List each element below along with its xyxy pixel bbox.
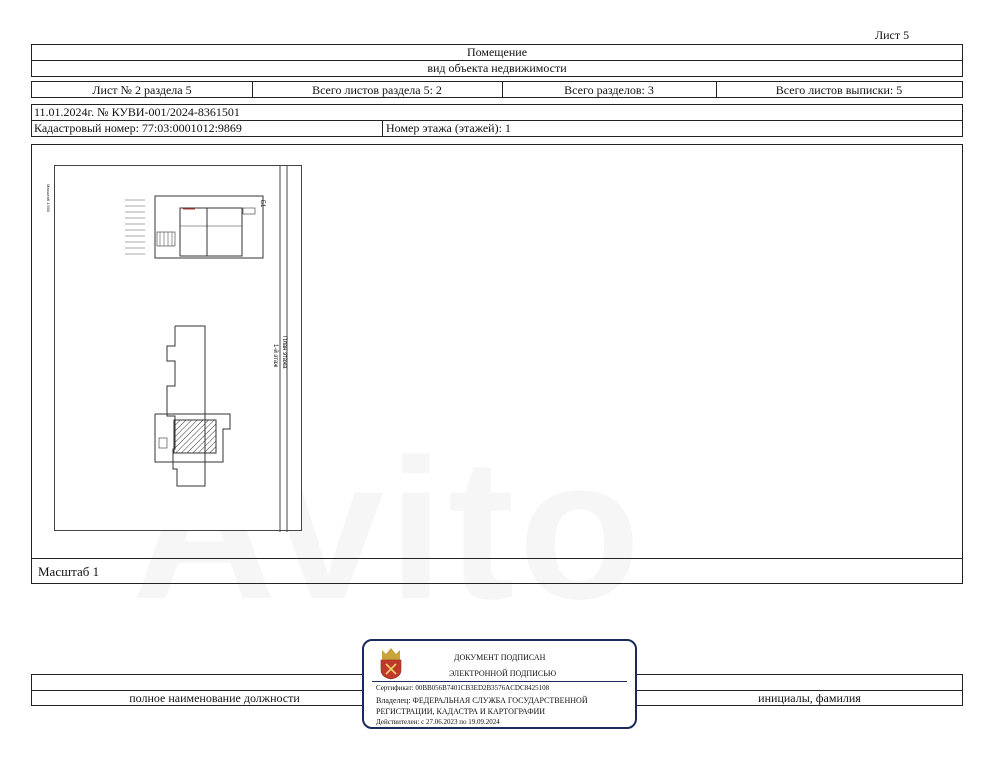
stamp-owner1: Владелец: ФЕДЕРАЛЬНАЯ СЛУЖБА ГОСУДАРСТВЕ… [376,696,588,705]
doc-ref: 11.01.2024г. № КУВИ-001/2024-8361501 [34,105,240,119]
scale-row: Масштаб 1 [31,558,963,584]
floor-number: Номер этажа (этажей): 1 [386,121,511,135]
sheet-number: Лист 5 [875,28,910,42]
stamp-line1: ДОКУМЕНТ ПОДПИСАН [454,653,546,662]
info-row: Лист № 2 раздела 5 Всего листов раздела … [31,81,963,98]
plan-area: Avito [31,144,963,559]
e-signature-stamp: ДОКУМЕНТ ПОДПИСАН ЭЛЕКТРОННОЙ ПОДПИСЬЮ С… [362,639,637,729]
position-label: полное наименование должности [129,691,300,705]
header-title-box: Помещение [31,44,963,61]
stamp-owner2: РЕГИСТРАЦИИ, КАДАСТРА И КАРТОГРАФИИ [376,707,546,716]
total-sheets-section: Всего листов раздела 5: 2 [312,83,442,97]
total-sections: Всего разделов: 3 [564,83,654,97]
stamp-validity: Действителен: с 27.06.2023 по 19.09.2024 [376,718,500,726]
emblem-icon [380,648,402,680]
object-type: вид объекта недвижимости [427,61,567,75]
marker-top: Б1 [259,200,265,208]
total-sheets-extract: Всего листов выписки: 5 [775,83,903,97]
scale-caption: Масштаб 1:500 [46,184,51,213]
cadastral-row: Кадастровый номер: 77:03:0001012:9869 Но… [31,120,963,137]
floor-plan-drawing [125,166,288,532]
page-title: Помещение [466,45,528,59]
scale-label: Масштаб 1 [38,564,100,579]
cadastral-number: Кадастровый номер: 77:03:0001012:9869 [34,121,242,135]
floor-plan-sheet: Масштаб 1:500 План этажа 1-й этаж Б1 [46,165,302,532]
header-subtitle-box: вид объекта недвижимости [31,60,963,77]
floor-plan-caption: План этажа [281,336,287,369]
floor-label: 1-й этаж [272,344,278,368]
stamp-line2: ЭЛЕКТРОННОЙ ПОДПИСЬЮ [449,669,557,678]
stamp-certificate: Сертификат: 00BB056B7401CB3ED2B3576ACDC8… [376,684,550,692]
sheet-in-section: Лист № 2 раздела 5 [92,83,192,97]
stamp-divider [372,681,627,682]
doc-ref-row: 11.01.2024г. № КУВИ-001/2024-8361501 [31,104,963,121]
initials-label: инициалы, фамилия [758,691,861,705]
